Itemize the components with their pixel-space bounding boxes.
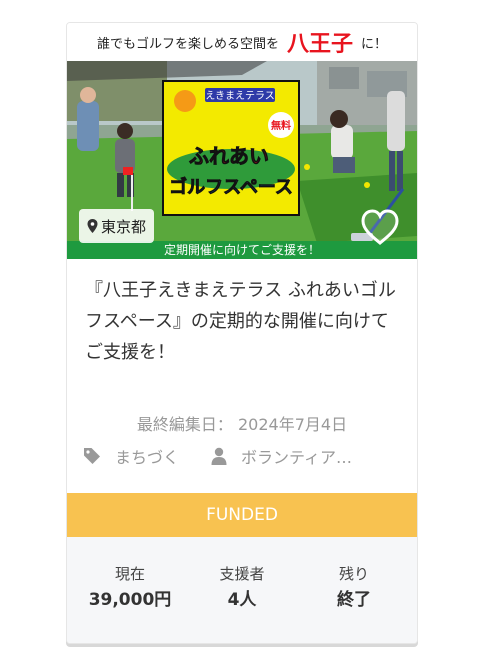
project-thumbnail[interactable]: 誰でもゴルフを楽しめる空間を 八王子 に！ えきまえテラス 無料 ふれあい ゴル… bbox=[67, 23, 417, 259]
stat-value: 4人 bbox=[227, 590, 257, 610]
image-banner-top: 誰でもゴルフを楽しめる空間を 八王子 に！ bbox=[67, 23, 417, 61]
stats-panel: 現在 39,000円 支援者 4人 残り 終了 bbox=[67, 537, 417, 643]
sign-badge-text: 無料 bbox=[271, 119, 291, 132]
location-label: 東京都 bbox=[101, 217, 147, 236]
location-badge: 東京都 bbox=[79, 209, 155, 243]
banner-place-text: 八王子 bbox=[286, 32, 353, 57]
sign-line2-text: ゴルフスペース bbox=[169, 176, 293, 198]
stat-label: 支援者 bbox=[219, 565, 265, 583]
user-icon bbox=[211, 447, 227, 465]
tag-icon bbox=[84, 448, 100, 464]
sign-top-text: えきまえテラス bbox=[205, 90, 275, 102]
last-updated-row: 最終編集日： 2024年7月4日 bbox=[67, 411, 417, 435]
stat-value: 39,000円 bbox=[88, 590, 172, 610]
stat-remaining: 残り 終了 bbox=[299, 563, 409, 613]
banner-tail-text: に！ bbox=[361, 36, 388, 52]
project-title[interactable]: 『八王子えきまえテラス ふれあいゴルフスペース』の定期的な開催に向けてご支援を！ bbox=[85, 275, 403, 368]
heart-icon[interactable] bbox=[359, 207, 401, 247]
stat-current-amount: 現在 39,000円 bbox=[75, 563, 185, 613]
stat-supporters: 支援者 4人 bbox=[187, 563, 297, 613]
stat-value: 終了 bbox=[337, 590, 371, 610]
tag-label: まちづく bbox=[115, 448, 180, 467]
tag-label: ボランティア… bbox=[241, 448, 353, 467]
stat-label: 残り bbox=[338, 565, 369, 583]
banner-lead-text: 誰でもゴルフを楽しめる空間を bbox=[96, 36, 279, 52]
tag-category[interactable]: まちづく bbox=[83, 444, 179, 468]
map-pin-icon bbox=[87, 219, 98, 233]
stat-label: 現在 bbox=[114, 565, 145, 583]
project-card[interactable]: 誰でもゴルフを楽しめる空間を 八王子 に！ えきまえテラス 無料 ふれあい ゴル… bbox=[66, 22, 418, 644]
tag-type[interactable]: ボランティア… bbox=[211, 444, 352, 468]
tag-row: まちづく ボランティア… bbox=[83, 443, 403, 469]
last-updated-date: 2024年7月4日 bbox=[238, 415, 348, 434]
funded-status-bar: FUNDED bbox=[67, 493, 417, 537]
sign-line1-text: ふれあい bbox=[189, 144, 269, 168]
last-updated-label: 最終編集日： bbox=[136, 415, 233, 434]
